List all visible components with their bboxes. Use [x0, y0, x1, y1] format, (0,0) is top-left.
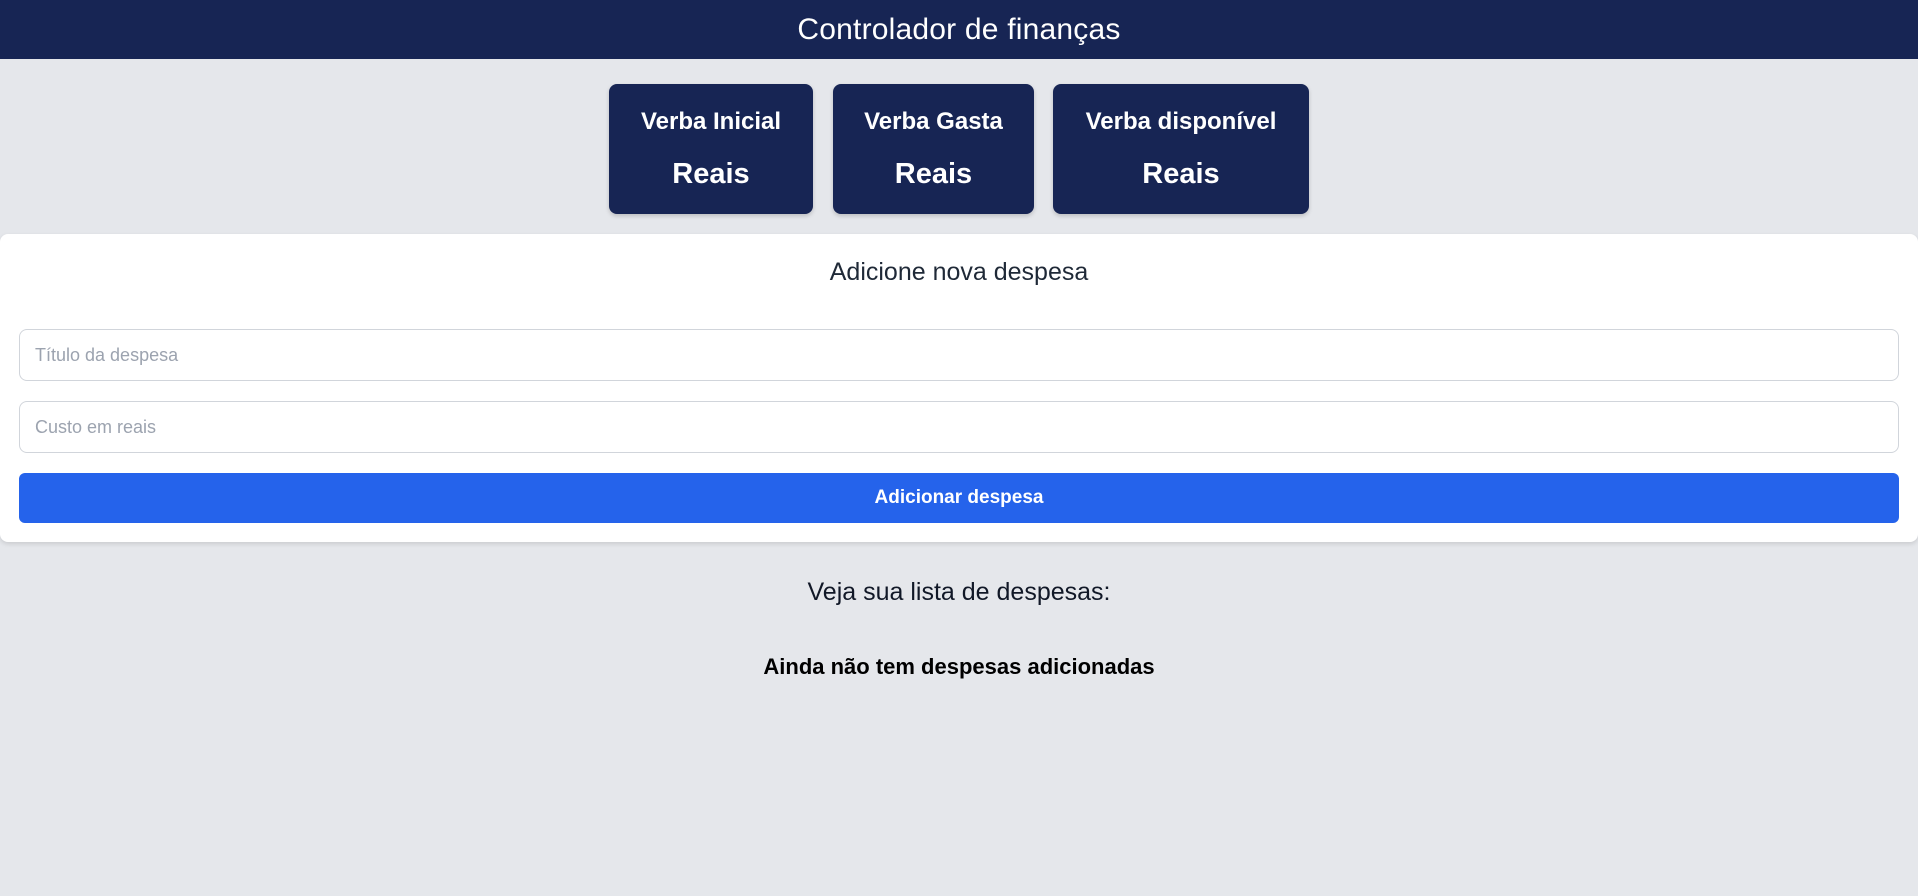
app-title: Controlador de finanças [797, 12, 1121, 46]
app-header: Controlador de finanças [0, 0, 1918, 59]
add-expense-button[interactable]: Adicionar despesa [19, 473, 1899, 523]
initial-budget-card: Verba Inicial Reais [609, 84, 813, 214]
empty-list-message: Ainda não tem despesas adicionadas [763, 654, 1155, 679]
available-budget-value: Reais [1142, 158, 1220, 190]
expense-list-heading: Veja sua lista de despesas: [807, 578, 1111, 606]
available-budget-label: Verba disponível [1085, 108, 1277, 135]
spent-budget-label: Verba Gasta [864, 108, 1003, 135]
expense-title-input[interactable] [19, 329, 1899, 381]
initial-budget-value: Reais [672, 158, 750, 190]
spent-budget-value: Reais [894, 158, 973, 190]
initial-budget-label: Verba Inicial [640, 108, 782, 135]
budget-summary: Verba Inicial Reais Verba Gasta Reais Ve… [0, 84, 1918, 214]
expense-cost-input[interactable] [19, 401, 1899, 453]
available-budget-card: Verba disponível Reais [1053, 84, 1309, 214]
form-title: Adicione nova despesa [829, 258, 1089, 286]
spent-budget-card: Verba Gasta Reais [833, 84, 1034, 214]
add-expense-form: Adicione nova despesa Adicionar despesa [0, 234, 1918, 542]
